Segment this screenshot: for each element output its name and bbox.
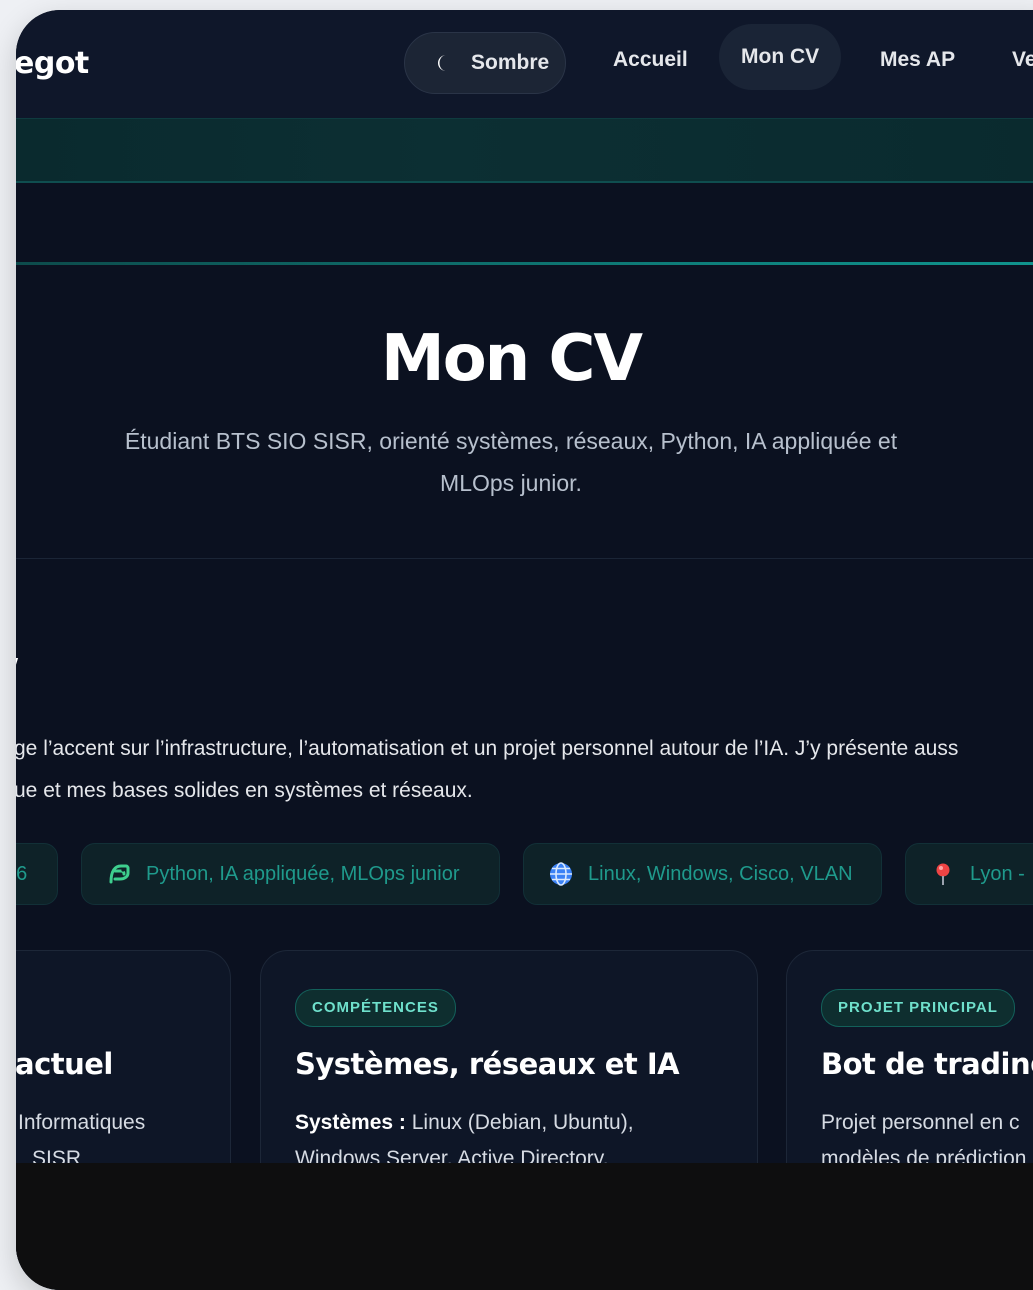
section-heading: / <box>16 650 18 701</box>
theme-toggle-button[interactable]: Sombre <box>404 32 566 94</box>
moon-icon <box>438 55 446 71</box>
card-projet-title: Bot de trading <box>821 1047 1033 1081</box>
navbar: egot Sombre Accueil Mon CV Mes AP Ve <box>16 10 1033 119</box>
card-competences-badge: COMPÉTENCES <box>295 989 456 1027</box>
pill-python-label: Python, IA appliquée, MLOps junior <box>146 862 460 885</box>
nav-link-veille[interactable]: Ve <box>1012 40 1033 80</box>
card-competences-text-rest: Linux (Debian, Ubuntu), <box>405 1111 634 1134</box>
nav-link-mon-cv[interactable]: Mon CV <box>719 24 842 90</box>
bottom-overlay <box>16 1163 1033 1290</box>
pin-icon <box>936 863 950 885</box>
page-subtitle: Étudiant BTS SIO SISR, orienté systèmes,… <box>124 428 898 496</box>
pill-python: Python, IA appliquée, MLOps junior <box>81 843 500 905</box>
nav-link-accueil[interactable]: Accueil <box>613 40 688 80</box>
pill-systems-label: Linux, Windows, Cisco, VLAN <box>588 862 853 885</box>
section-intro: ge l’accent sur l’infrastructure, l’auto… <box>16 728 1033 812</box>
brand-logo[interactable]: egot <box>16 46 89 81</box>
pill-date: 26 <box>16 843 58 905</box>
theme-toggle-label: Sombre <box>471 51 550 74</box>
card-projet-badge: PROJET PRINCIPAL <box>821 989 1015 1027</box>
pill-location: Lyon - <box>905 843 1033 905</box>
browser-frame: egot Sombre Accueil Mon CV Mes AP Ve Mon… <box>16 10 1033 1290</box>
intro-line-2: ue et mes bases solides en systèmes et r… <box>16 779 473 802</box>
page-title: Mon CV <box>381 322 643 396</box>
section-divider <box>16 558 1033 559</box>
pill-systems: Linux, Windows, Cisco, VLAN <box>523 843 882 905</box>
intro-line-1: ge l’accent sur l’infrastructure, l’auto… <box>16 737 959 760</box>
card-formation-text: Informatiques <box>18 1111 146 1134</box>
accent-line <box>16 262 1033 265</box>
card-competences-title: Systèmes, réseaux et IA <box>295 1047 680 1081</box>
nav-link-mes-ap[interactable]: Mes AP <box>880 40 955 80</box>
pill-location-label: Lyon - <box>970 862 1025 885</box>
card-competences-text: Systèmes : Linux (Debian, Ubuntu), <box>295 1111 634 1135</box>
card-formation-title: actuel <box>16 1047 113 1081</box>
globe-icon <box>550 862 572 886</box>
teal-banner <box>16 118 1033 183</box>
pill-date-label: 26 <box>16 862 28 885</box>
python-icon <box>109 864 130 884</box>
card-projet-text: Projet personnel en c <box>821 1111 1020 1134</box>
card-competences-text-bold: Systèmes : <box>295 1111 406 1134</box>
